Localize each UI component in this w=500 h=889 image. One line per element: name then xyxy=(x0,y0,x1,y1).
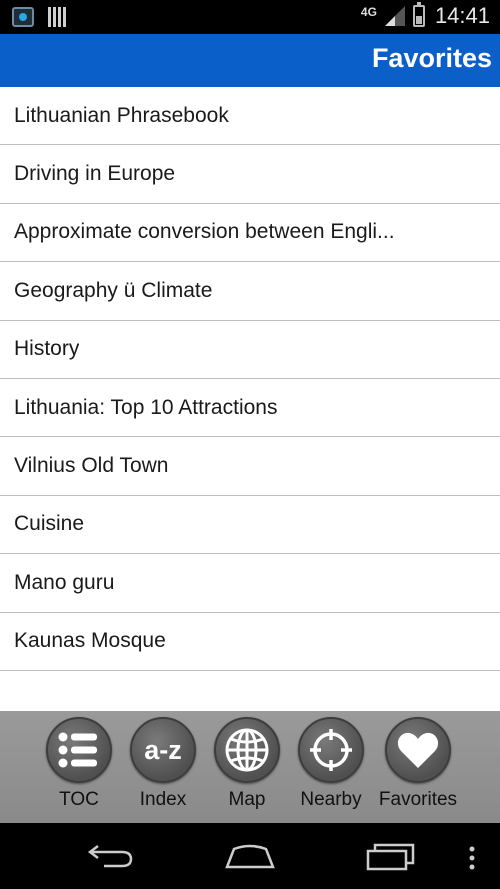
index-label: Index xyxy=(139,789,187,810)
home-icon[interactable] xyxy=(224,841,276,871)
list-item[interactable]: Geography ü Climate xyxy=(0,262,500,321)
list-item[interactable]: Lithuanian Phrasebook xyxy=(0,87,500,146)
status-bar: 4G 14:41 xyxy=(0,0,500,34)
toc-label: TOC xyxy=(59,789,99,810)
list-item-label: Approximate conversion between Engli... xyxy=(14,220,395,244)
favorites-button[interactable]: Favorites xyxy=(375,717,461,823)
bottom-toolbar: TOC a-z Index Map Nearby Favorites xyxy=(0,711,500,823)
favorites-label: Favorites xyxy=(378,789,458,810)
overflow-menu-icon[interactable] xyxy=(466,845,478,873)
network-type: 4G xyxy=(360,5,377,19)
back-icon[interactable] xyxy=(86,841,136,871)
favorites-list: Lithuanian Phrasebook Driving in Europe … xyxy=(0,87,500,671)
nearby-button[interactable]: Nearby xyxy=(291,717,371,823)
globe-icon xyxy=(225,728,269,772)
list-item[interactable]: Approximate conversion between Engli... xyxy=(0,204,500,263)
list-item-label: Geography ü Climate xyxy=(14,278,213,302)
list-item[interactable]: Kaunas Mosque xyxy=(0,613,500,671)
az-icon: a-z xyxy=(144,734,182,765)
nearby-label: Nearby xyxy=(300,789,362,810)
battery-icon xyxy=(412,2,425,27)
map-label: Map xyxy=(228,789,266,810)
list-item-label: Lithuanian Phrasebook xyxy=(14,103,229,127)
list-item[interactable]: Cuisine xyxy=(0,496,500,555)
map-button[interactable]: Map xyxy=(207,717,287,823)
clock: 14:41 xyxy=(434,3,490,28)
list-item-label: History xyxy=(14,337,80,361)
barcode-icon xyxy=(48,7,66,27)
navigation-bar xyxy=(0,823,500,889)
title-bar: Favorites xyxy=(0,34,500,87)
list-item[interactable]: Mano guru xyxy=(0,554,500,613)
toc-button[interactable]: TOC xyxy=(39,717,119,823)
list-item[interactable]: Vilnius Old Town xyxy=(0,437,500,496)
list-item-label: Vilnius Old Town xyxy=(14,454,169,478)
app-icon xyxy=(12,7,34,27)
list-item-label: Cuisine xyxy=(14,512,85,536)
list-item[interactable]: History xyxy=(0,321,500,379)
list-item[interactable]: Driving in Europe xyxy=(0,145,500,204)
heart-icon xyxy=(397,732,439,768)
signal-icon xyxy=(384,6,405,26)
list-item-label: Lithuania: Top 10 Attractions xyxy=(14,395,278,419)
recent-apps-icon[interactable] xyxy=(365,841,417,871)
list-item[interactable]: Lithuania: Top 10 Attractions xyxy=(0,379,500,438)
list-item-label: Driving in Europe xyxy=(14,162,176,186)
index-button[interactable]: a-z Index xyxy=(123,717,203,823)
list-item-label: Kaunas Mosque xyxy=(14,629,166,653)
crosshair-icon xyxy=(310,729,352,771)
list-item-label: Mano guru xyxy=(14,570,115,594)
list-icon xyxy=(58,732,97,768)
page-title: Favorites xyxy=(371,43,492,73)
